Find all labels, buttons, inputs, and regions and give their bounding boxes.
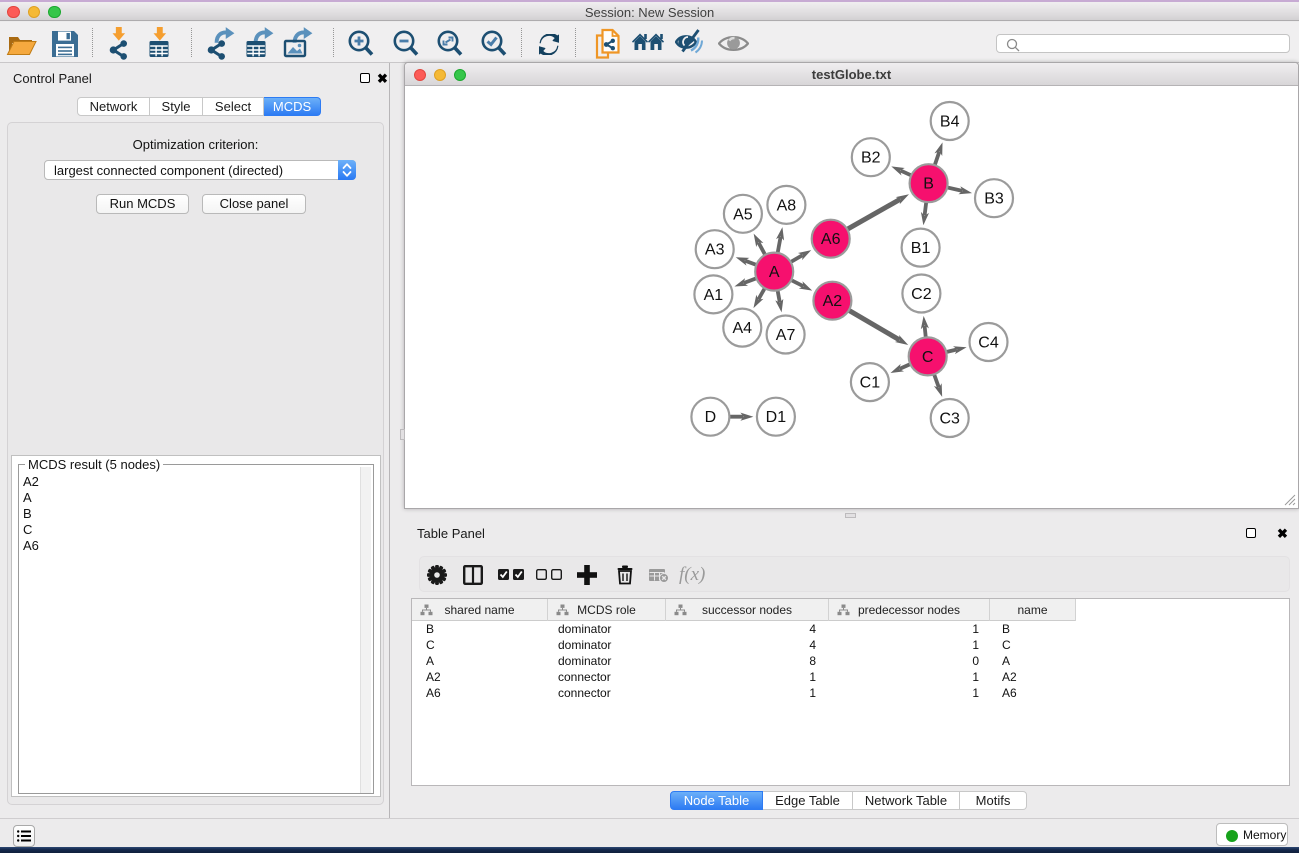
svg-text:A6: A6 bbox=[821, 231, 841, 248]
svg-text:A4: A4 bbox=[733, 320, 753, 337]
svg-text:C1: C1 bbox=[860, 375, 881, 392]
svg-text:C2: C2 bbox=[911, 286, 932, 303]
svg-text:B1: B1 bbox=[911, 240, 931, 257]
svg-text:B4: B4 bbox=[940, 114, 960, 131]
svg-text:C: C bbox=[922, 349, 934, 366]
svg-text:D: D bbox=[705, 409, 717, 426]
svg-text:C3: C3 bbox=[939, 411, 960, 428]
svg-text:f(x): f(x) bbox=[679, 565, 705, 585]
svg-text:B2: B2 bbox=[861, 150, 881, 167]
svg-text:B3: B3 bbox=[984, 191, 1004, 208]
svg-text:D1: D1 bbox=[766, 409, 787, 426]
svg-text:C4: C4 bbox=[978, 335, 999, 352]
svg-text:A2: A2 bbox=[823, 293, 843, 310]
svg-text:A5: A5 bbox=[733, 206, 753, 223]
svg-text:A3: A3 bbox=[705, 242, 725, 259]
svg-text:A1: A1 bbox=[704, 287, 724, 304]
svg-text:A7: A7 bbox=[776, 327, 796, 344]
svg-text:B: B bbox=[923, 176, 934, 193]
svg-text:A8: A8 bbox=[777, 197, 797, 214]
svg-text:A: A bbox=[769, 264, 780, 281]
